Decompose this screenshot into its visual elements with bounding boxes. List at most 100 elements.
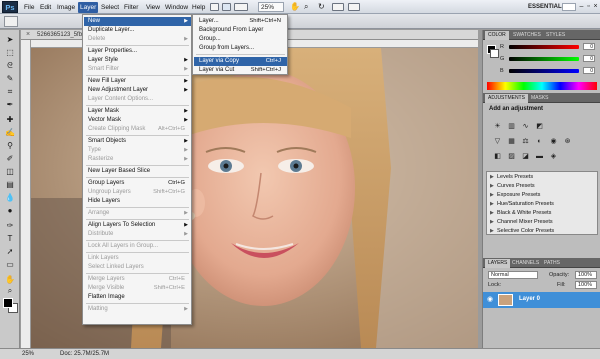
preset-selective-color[interactable]: Selective Color Presets [497,228,554,235]
preset-hue-saturation[interactable]: Hue/Saturation Presets [497,201,554,208]
menu-item-vector-mask[interactable]: Vector Mask ▶ [84,116,191,125]
menu-item-duplicate-layer[interactable]: Duplicate Layer... [84,26,191,35]
zoom-tool-icon[interactable]: ⌕ [304,3,313,11]
tab-styles[interactable]: STYLES [543,31,568,40]
menu-item-new-layer-based-slice[interactable]: New Layer Based Slice [84,167,191,176]
lasso-tool-icon[interactable]: ᘓ [4,60,16,71]
photo-filter-icon[interactable]: ◉ [549,137,558,146]
zoom-tool-icon[interactable]: ⌕ [4,285,16,296]
menu-item-layer-style[interactable]: Layer Style ▶ [84,56,191,65]
submenu-item-layer[interactable]: Layer... Shift+Ctrl+N [194,17,287,26]
tab-paths[interactable]: PATHS [541,259,563,268]
tab-adjustments[interactable]: ADJUSTMENTS [485,94,528,103]
invert-icon[interactable]: ◧ [493,152,502,161]
menu-item-group-layers[interactable]: Group Layers Ctrl+G [84,179,191,188]
foreground-color-swatch[interactable] [3,298,13,308]
layer-row[interactable]: ◉ Layer 0 [483,292,600,308]
hue-saturation-icon[interactable]: ▦ [507,137,516,146]
menu-image[interactable]: Image [55,2,77,13]
eyedropper-tool-icon[interactable]: ✒ [4,99,16,110]
submenu-item-group-from-layers[interactable]: Group from Layers... [194,44,287,53]
close-document-icon[interactable]: × [26,31,30,39]
menu-view[interactable]: View [144,2,162,13]
gradient-map-icon[interactable]: ▬ [535,152,544,161]
menu-item-layer-properties[interactable]: Layer Properties... [84,47,191,56]
path-selection-tool-icon[interactable]: ➚ [4,246,16,257]
menu-filter[interactable]: Filter [122,2,140,13]
visibility-eye-icon[interactable]: ◉ [487,295,493,304]
menu-item-new[interactable]: New ▶ [84,17,191,26]
chevron-right-icon[interactable]: ▶ [490,201,494,208]
launch-minibridge-icon[interactable] [222,3,231,11]
screen-mode-icon[interactable] [348,3,360,11]
channel-g-slider[interactable] [509,57,579,61]
menu-item-smart-objects[interactable]: Smart Objects ▶ [84,137,191,146]
posterize-icon[interactable]: ▨ [507,152,516,161]
curves-icon[interactable]: ∿ [521,122,530,131]
menu-item-layer-mask[interactable]: Layer Mask ▶ [84,107,191,116]
tab-color[interactable]: COLOR [485,31,509,40]
menu-file[interactable]: File [22,2,36,13]
menu-edit[interactable]: Edit [38,2,53,13]
vibrance-icon[interactable]: ▽ [493,137,502,146]
submenu-item-layer-via-copy[interactable]: Layer via Copy Ctrl+J [194,57,287,66]
chevron-right-icon[interactable]: ▶ [490,219,494,226]
menu-item-new-fill-layer[interactable]: New Fill Layer ▶ [84,77,191,86]
channel-b-slider[interactable] [509,69,579,73]
chevron-right-icon[interactable]: ▶ [490,174,494,181]
maximize-button[interactable]: ▫ [585,2,592,11]
channel-g-value[interactable]: 0 [583,55,595,62]
arrange-documents-icon[interactable] [332,3,344,11]
view-extras-icon[interactable] [234,3,248,11]
dodge-tool-icon[interactable]: ● [4,205,16,216]
color-bg-swatch[interactable] [490,49,499,58]
channel-r-slider[interactable] [509,45,579,49]
menu-layer[interactable]: Layer [78,2,99,13]
levels-icon[interactable]: ▥ [507,122,516,131]
submenu-item-group[interactable]: Group... [194,35,287,44]
threshold-icon[interactable]: ◪ [521,152,530,161]
submenu-item-layer-via-cut[interactable]: Layer via Cut Shift+Ctrl+J [194,66,287,75]
chevron-right-icon[interactable]: ▶ [490,183,494,190]
channel-b-value[interactable]: 0 [583,67,595,74]
brush-tool-icon[interactable]: ✍ [4,127,16,138]
tab-masks[interactable]: MASKS [528,94,552,103]
tab-swatches[interactable]: SWATCHES [510,31,544,40]
color-balance-icon[interactable]: ⚖ [521,137,530,146]
search-field[interactable] [562,3,576,11]
preset-levels[interactable]: Levels Presets [497,174,533,181]
black-white-icon[interactable]: ◐ [535,137,544,146]
launch-bridge-icon[interactable] [210,3,219,11]
menu-window[interactable]: Window [163,2,190,13]
preset-exposure[interactable]: Exposure Presets [497,192,540,199]
menu-select[interactable]: Select [99,2,121,13]
layer-name[interactable]: Layer 0 [519,295,540,304]
shape-tool-icon[interactable]: ▭ [4,259,16,270]
menu-item-align-layers-to-selection[interactable]: Align Layers To Selection ▶ [84,221,191,230]
menu-help[interactable]: Help [190,2,207,13]
minimize-button[interactable]: – [578,2,585,11]
menu-item-hide-layers[interactable]: Hide Layers [84,197,191,206]
eraser-tool-icon[interactable]: ◫ [4,166,16,177]
crop-tool-icon[interactable]: ⌗ [4,86,16,97]
clone-stamp-tool-icon[interactable]: ⚲ [4,140,16,151]
submenu-item-background-from-layer[interactable]: Background From Layer [194,26,287,35]
gradient-tool-icon[interactable]: ▤ [4,179,16,190]
marquee-tool-icon[interactable]: ⬚ [4,47,16,58]
blend-mode-select[interactable]: Normal [488,271,538,279]
opacity-field[interactable]: 100% [575,271,597,279]
move-tool-icon[interactable]: ➤ [4,34,16,45]
chevron-right-icon[interactable]: ▶ [490,192,494,199]
hand-tool-icon[interactable]: ✋ [4,274,16,285]
selective-color-icon[interactable]: ◈ [549,152,558,161]
tab-channels[interactable]: CHANNELS [509,259,542,268]
fill-field[interactable]: 100% [575,281,597,289]
pen-tool-icon[interactable]: ✑ [4,220,16,231]
brightness-contrast-icon[interactable]: ☀ [493,122,502,131]
chevron-right-icon[interactable]: ▶ [490,228,494,235]
menu-item-flatten-image[interactable]: Flatten Image [84,293,191,302]
tab-layers[interactable]: LAYERS [485,259,511,268]
status-zoom[interactable]: 25% [22,349,34,359]
chevron-right-icon[interactable]: ▶ [490,210,494,217]
preset-black-white[interactable]: Black & White Presets [497,210,551,217]
